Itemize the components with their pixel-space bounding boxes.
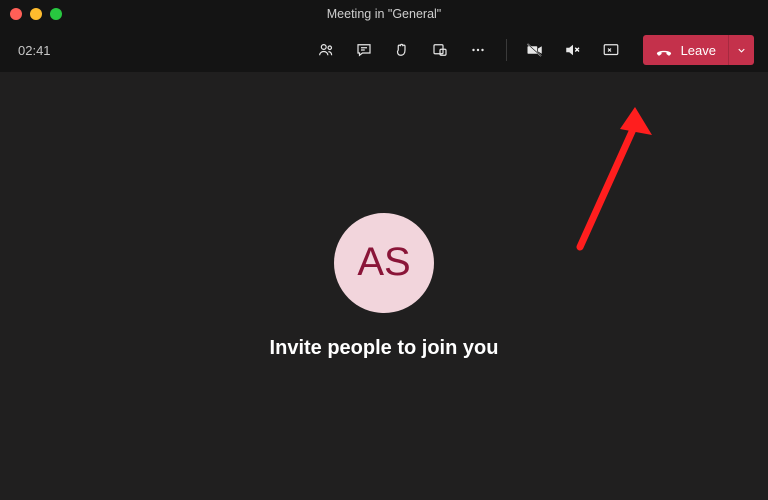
raise-hand-button[interactable] xyxy=(386,36,418,64)
leave-options-button[interactable] xyxy=(728,35,754,65)
rooms-button[interactable] xyxy=(424,36,456,64)
hand-icon xyxy=(393,41,411,59)
meeting-stage: AS Invite people to join you xyxy=(0,72,768,500)
share-screen-button[interactable] xyxy=(595,36,627,64)
leave-button-group: Leave xyxy=(643,35,754,65)
chat-button[interactable] xyxy=(348,36,380,64)
window-title: Meeting in "General" xyxy=(0,7,768,21)
meeting-window: Meeting in "General" 02:41 xyxy=(0,0,768,500)
avatar-initials: AS xyxy=(357,240,410,285)
leave-button[interactable]: Leave xyxy=(643,35,728,65)
breakout-rooms-icon xyxy=(431,41,449,59)
maximize-window-button[interactable] xyxy=(50,8,62,20)
camera-toggle-button[interactable] xyxy=(519,36,551,64)
ellipsis-icon xyxy=(469,41,487,59)
camera-off-icon xyxy=(526,41,544,59)
mic-toggle-button[interactable] xyxy=(557,36,589,64)
participants-button[interactable] xyxy=(310,36,342,64)
hangup-icon xyxy=(655,41,673,59)
people-icon xyxy=(317,41,335,59)
chat-icon xyxy=(355,41,373,59)
meeting-toolbar: 02:41 xyxy=(0,28,768,72)
share-screen-off-icon xyxy=(602,41,620,59)
window-controls xyxy=(10,8,62,20)
avatar: AS xyxy=(334,213,434,313)
more-actions-button[interactable] xyxy=(462,36,494,64)
titlebar: Meeting in "General" xyxy=(0,0,768,28)
toolbar-separator xyxy=(506,39,507,61)
close-window-button[interactable] xyxy=(10,8,22,20)
minimize-window-button[interactable] xyxy=(30,8,42,20)
call-timer: 02:41 xyxy=(18,43,51,58)
invite-prompt: Invite people to join you xyxy=(270,337,499,360)
chevron-down-icon xyxy=(736,45,747,56)
leave-label: Leave xyxy=(681,43,716,58)
speaker-muted-icon xyxy=(564,41,582,59)
annotation-arrow xyxy=(540,107,680,257)
